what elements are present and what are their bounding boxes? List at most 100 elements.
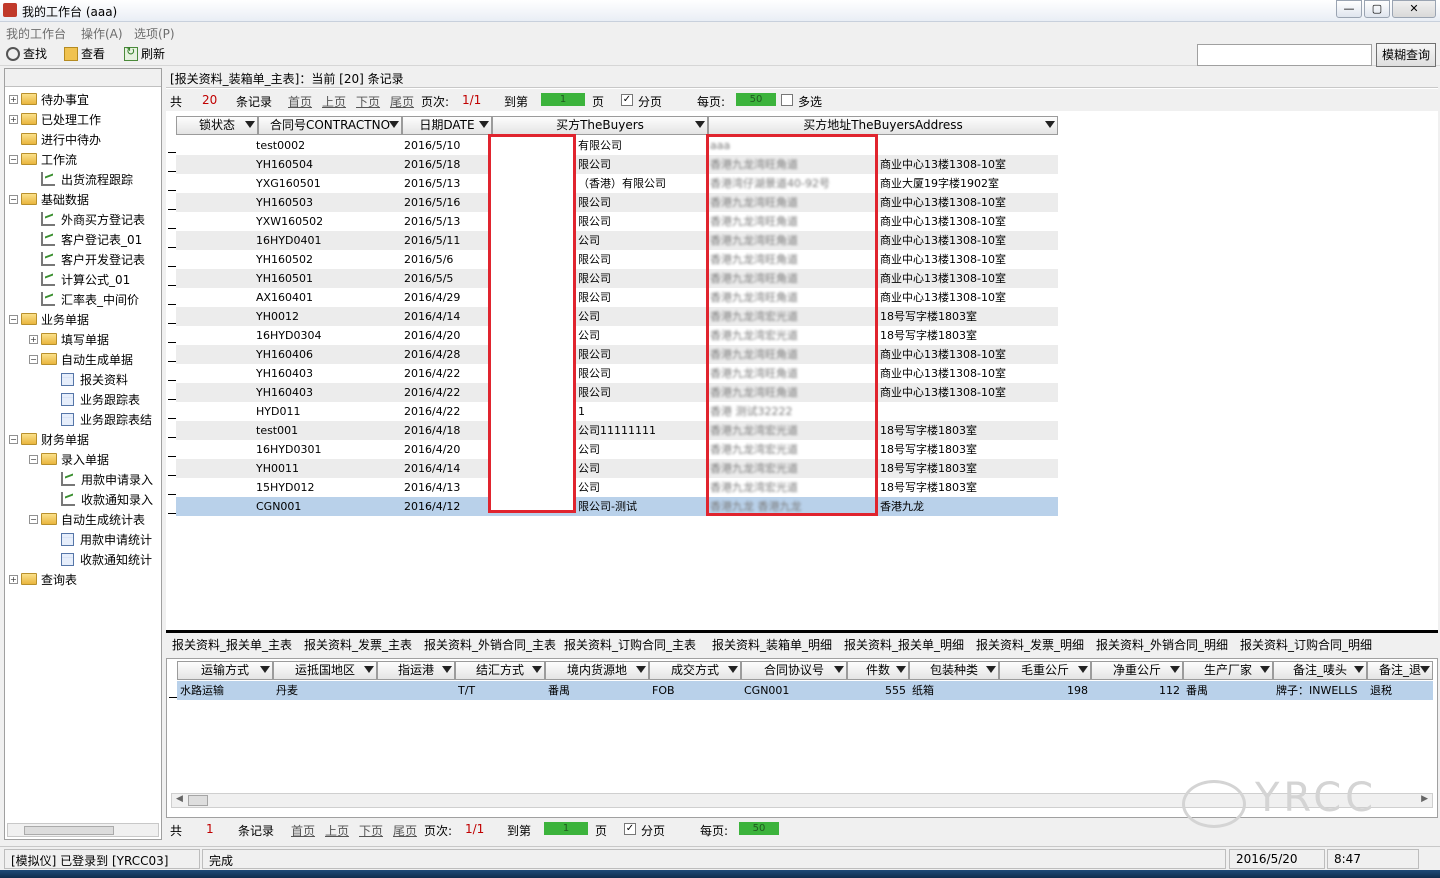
expand-toggle-icon[interactable]: − [9,434,18,444]
column-header[interactable]: 合同协议号 [741,661,847,680]
search-input[interactable] [1197,44,1372,66]
tree-item[interactable]: − 财务单据 [9,429,89,449]
tree-scrollbar[interactable] [7,823,159,837]
per-page-input[interactable]: 50 [736,93,776,106]
minimize-button[interactable]: — [1336,0,1362,18]
prev-page-link[interactable]: 上页 [325,822,349,839]
dropdown-arrow-icon[interactable] [364,666,374,673]
expand-toggle-icon[interactable]: − [9,314,18,324]
dropdown-arrow-icon[interactable] [1170,666,1180,673]
scroll-right-icon[interactable]: ▶ [1421,794,1428,804]
expand-toggle-icon[interactable]: − [9,194,18,204]
fuzzy-search-button[interactable]: 模糊查询 [1376,43,1436,67]
tab-2[interactable]: 报关资料_发票_主表 [304,636,412,653]
column-header[interactable]: 锁状态 [176,116,258,135]
expand-toggle-icon[interactable]: + [9,574,18,584]
dropdown-arrow-icon[interactable] [695,121,705,128]
tab-5[interactable]: 报关资料_装箱单_明细 [712,636,832,653]
scroll-left-icon[interactable]: ◀ [176,794,183,804]
column-header[interactable]: 结汇方式 [455,661,545,680]
tree-item[interactable]: + 待办事宜 [9,89,89,109]
dropdown-arrow-icon[interactable] [1260,666,1270,673]
view-button[interactable]: 查看 [64,45,105,62]
dropdown-arrow-icon[interactable] [479,121,489,128]
tree-item[interactable]: − 工作流 [9,149,77,169]
dropdown-arrow-icon[interactable] [1354,666,1364,673]
goto-page-input[interactable]: 1 [544,822,588,835]
column-header[interactable]: 运抵国地区 [273,661,377,680]
tree-item[interactable]: 计算公式_01 [29,269,130,289]
dropdown-arrow-icon[interactable] [1078,666,1088,673]
tree-item[interactable]: 进行中待办 [9,129,101,149]
tree-item[interactable]: 业务跟踪表 [49,389,140,409]
column-header[interactable]: 日期DATE [402,116,492,135]
menu-options[interactable]: 选项(P) [134,25,175,42]
menu-action[interactable]: 操作(A) [81,25,123,42]
dropdown-arrow-icon[interactable] [245,121,255,128]
tree-item[interactable]: − 自动生成统计表 [29,509,145,529]
dropdown-arrow-icon[interactable] [834,666,844,673]
tab-7[interactable]: 报关资料_发票_明细 [976,636,1084,653]
dropdown-arrow-icon[interactable] [1045,121,1055,128]
tree-item[interactable]: + 查询表 [9,569,77,589]
column-header[interactable]: 买方地址TheBuyersAddress [708,116,1058,135]
dropdown-arrow-icon[interactable] [389,121,399,128]
column-header[interactable]: 毛重公斤 [999,661,1091,680]
dropdown-arrow-icon[interactable] [442,666,452,673]
column-header[interactable]: 净重公斤 [1091,661,1183,680]
tab-4[interactable]: 报关资料_订购合同_主表 [564,636,696,653]
tree-item[interactable]: − 基础数据 [9,189,89,209]
last-page-link[interactable]: 尾页 [393,822,417,839]
column-header[interactable]: 指运港 [377,661,455,680]
column-header[interactable]: 备注_退 [1367,661,1433,680]
expand-toggle-icon[interactable]: + [29,334,38,344]
column-header[interactable]: 合同号CONTRACTNO [258,116,402,135]
column-header[interactable]: 包装种类 [909,661,999,680]
menu-workbench[interactable]: 我的工作台 [6,25,66,42]
column-header[interactable]: 买方TheBuyers [492,116,708,135]
column-header[interactable]: 成交方式 [649,661,741,680]
dropdown-arrow-icon[interactable] [532,666,542,673]
tab-3[interactable]: 报关资料_外销合同_主表 [424,636,556,653]
next-page-link[interactable]: 下页 [356,93,380,110]
tree-item[interactable]: − 业务单据 [9,309,89,329]
tree-item[interactable]: 用款申请录入 [49,469,153,489]
tree-item[interactable]: + 填写单据 [29,329,109,349]
tree-item[interactable]: 业务跟踪表结 [49,409,152,429]
tree-item[interactable]: 报关资料 [49,369,128,389]
tree-item[interactable]: − 自动生成单据 [29,349,133,369]
tree-item[interactable]: + 已处理工作 [9,109,101,129]
scroll-thumb[interactable] [24,826,114,835]
column-header[interactable]: 运输方式 [177,661,273,680]
multi-select-checkbox[interactable] [781,94,793,106]
tab-6[interactable]: 报关资料_报关单_明细 [844,636,964,653]
first-page-link[interactable]: 首页 [291,822,315,839]
tree-item[interactable]: 外商买方登记表 [29,209,145,229]
dropdown-arrow-icon[interactable] [728,666,738,673]
column-header[interactable]: 生产厂家 [1183,661,1273,680]
tree-item[interactable]: 汇率表_中间价 [29,289,139,309]
expand-toggle-icon[interactable]: − [29,514,38,524]
tab-8[interactable]: 报关资料_外销合同_明细 [1096,636,1228,653]
dropdown-arrow-icon[interactable] [986,666,996,673]
tree-item[interactable]: − 录入单据 [29,449,109,469]
expand-toggle-icon[interactable]: − [29,454,38,464]
tree-item[interactable]: 客户开发登记表 [29,249,145,269]
dropdown-arrow-icon[interactable] [260,666,270,673]
dropdown-arrow-icon[interactable] [896,666,906,673]
expand-toggle-icon[interactable]: − [29,354,38,364]
tab-1[interactable]: 报关资料_报关单_主表 [172,636,292,653]
tree-item[interactable]: 用款申请统计 [49,529,152,549]
tree-item[interactable]: 收款通知录入 [49,489,153,509]
expand-toggle-icon[interactable]: − [9,154,18,164]
column-header[interactable]: 备注_唛头 [1273,661,1367,680]
expand-toggle-icon[interactable]: + [9,114,18,124]
dropdown-arrow-icon[interactable] [636,666,646,673]
goto-page-input[interactable]: 1 [541,93,585,106]
column-header[interactable]: 件数 [847,661,909,680]
paging-checkbox[interactable]: ✓ [621,94,633,106]
tree-item[interactable]: 收款通知统计 [49,549,152,569]
find-button[interactable]: 查找 [6,45,47,62]
close-button[interactable]: ✕ [1392,0,1436,18]
first-page-link[interactable]: 首页 [288,93,312,110]
